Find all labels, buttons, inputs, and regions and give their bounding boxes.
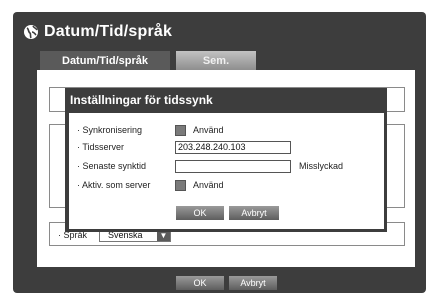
dialog-cancel-button[interactable]: Avbryt: [229, 206, 279, 220]
active-server-row: · Aktiv. som server Använd: [77, 179, 224, 191]
last-sync-row: · Senaste synktid Misslyckad: [77, 159, 344, 173]
dialog-title: Inställningar för tidssynk: [70, 93, 213, 107]
globe-icon: [24, 25, 38, 39]
sync-checkbox-label: Använd: [193, 125, 224, 135]
time-server-label: · Tidsserver: [77, 142, 125, 152]
last-sync-field: [175, 159, 291, 173]
page-title: Datum/Tid/språk: [44, 23, 173, 40]
active-server-checkbox[interactable]: [175, 179, 186, 191]
sync-label: · Synkronisering: [77, 125, 143, 135]
last-sync-label: · Senaste synktid: [77, 161, 147, 171]
sync-row: · Synkronisering Använd: [77, 124, 224, 136]
tab-holiday[interactable]: Sem.: [176, 51, 256, 70]
sync-checkbox[interactable]: [175, 124, 186, 136]
tab-date-time-language[interactable]: Datum/Tid/språk: [40, 51, 170, 70]
time-server-row: · Tidsserver 203.248.240.103: [77, 140, 291, 154]
time-server-input[interactable]: 203.248.240.103: [175, 140, 291, 154]
sync-status-text: Misslyckad: [299, 161, 344, 171]
active-server-label: · Aktiv. som server: [77, 180, 151, 190]
ok-button[interactable]: OK: [176, 276, 224, 290]
active-server-checkbox-label: Använd: [193, 180, 224, 190]
dialog-ok-button[interactable]: OK: [176, 206, 224, 220]
window-title-bar: Datum/Tid/språk: [23, 20, 172, 44]
cancel-button[interactable]: Avbryt: [229, 276, 277, 290]
